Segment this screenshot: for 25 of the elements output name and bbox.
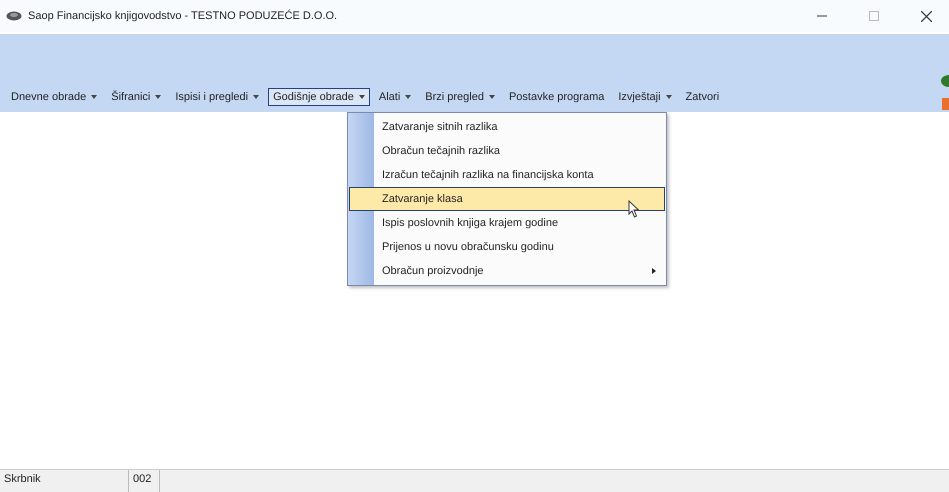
menu-item[interactable]: Dnevne obrade [6,88,102,106]
status-user: Skrbnik [0,470,129,492]
maximize-icon [869,11,879,21]
cursor-icon [628,200,640,218]
menu-item[interactable]: Izvještaji [613,88,677,106]
menu-item[interactable]: Godišnje obrade [268,88,370,106]
document-icon[interactable] [940,98,949,110]
status-code: 002 [129,470,160,492]
menu-item[interactable]: Zatvori [680,88,724,106]
menu-item[interactable]: Šifranici [106,88,166,106]
app-icon [6,11,22,21]
dropdown-item[interactable]: Izračun tečajnih razlika na financijska konta [349,163,665,187]
menu-item[interactable]: Postavke programa [504,88,610,106]
menu-item[interactable]: Alati [374,88,416,106]
dropdown-item[interactable]: Prijenos u novu obračunsku godinu [349,235,665,259]
menu-item[interactable]: Ispisi i pregledi [170,88,264,106]
close-icon [920,10,932,22]
menu-item[interactable]: Brzi pregled [420,88,500,106]
dropdown-item[interactable]: Obračun tečajnih razlika [349,139,665,163]
dropdown-item[interactable]: Ispis poslovnih knjiga krajem godine [349,211,665,235]
dropdown-item[interactable]: Zatvaranje sitnih razlika [349,115,665,139]
emblem-icon[interactable] [940,74,949,88]
minimize-icon [817,15,827,17]
window-title: Saop Financijsko knjigovodstvo - TESTNO PODUZEĆE D.O.O. [28,10,338,22]
dropdown-item[interactable]: Obračun proizvodnje [349,259,665,283]
